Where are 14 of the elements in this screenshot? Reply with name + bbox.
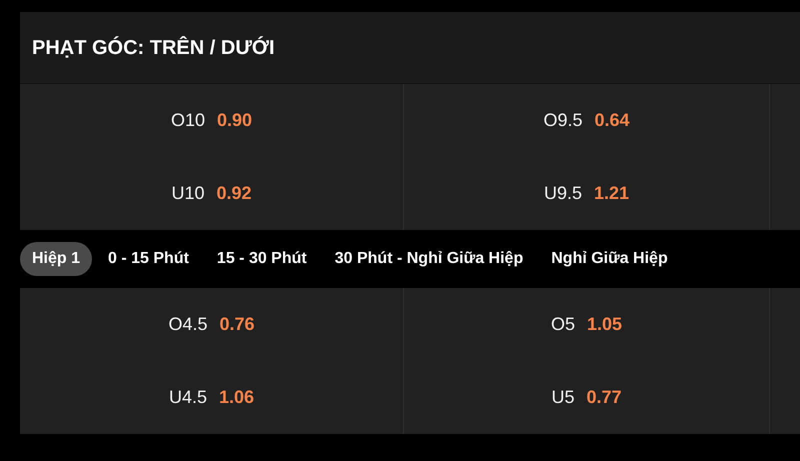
period-tab[interactable]: 30 Phút - Nghỉ Giữa Hiệp — [322, 242, 536, 276]
period-tab[interactable]: Hiệp 1 — [20, 242, 92, 276]
period-tab[interactable]: 0 - 15 Phút — [96, 242, 201, 276]
odds-button[interactable]: O10 0.90 — [162, 103, 260, 138]
odds-button[interactable]: O9.5 0.64 — [535, 103, 638, 138]
market-title: PHẠT GÓC: TRÊN / DƯỚI — [32, 35, 275, 60]
period-tab[interactable]: Nghỉ Giữa Hiệp — [539, 242, 680, 276]
odds-button[interactable]: U5 0.77 — [543, 380, 630, 415]
odds-button[interactable]: U9.5 1.21 — [536, 176, 638, 211]
odds-button[interactable]: O4.5 0.76 — [160, 307, 263, 342]
odds-button[interactable]: U10 0.92 — [163, 176, 260, 211]
odds-button[interactable]: U4.5 1.06 — [160, 380, 262, 415]
period-tab[interactable]: 15 - 30 Phút — [204, 242, 319, 276]
odds-button[interactable]: O5 1.05 — [542, 307, 630, 342]
